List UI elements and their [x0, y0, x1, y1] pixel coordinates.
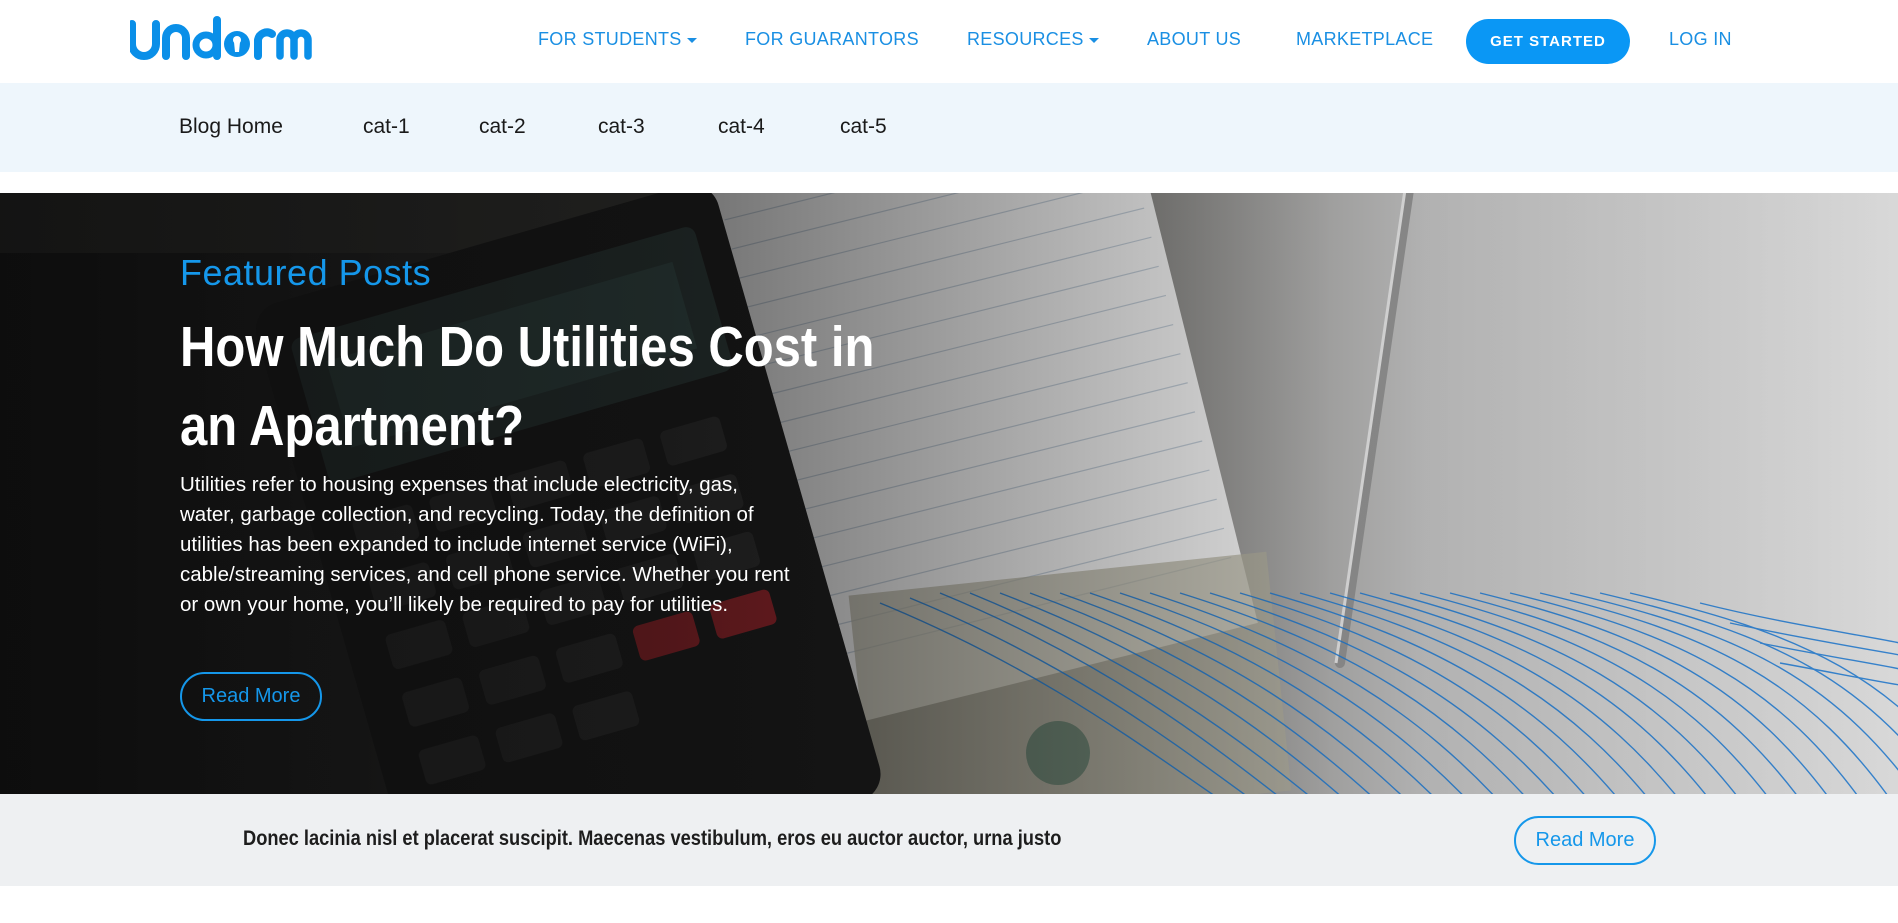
nav-resources[interactable]: RESOURCES: [967, 29, 1099, 50]
site-header: FOR STUDENTS FOR GUARANTORS RESOURCES AB…: [0, 0, 1898, 83]
nav-about-us-label: ABOUT US: [1147, 29, 1242, 49]
main-nav: FOR STUDENTS FOR GUARANTORS RESOURCES AB…: [0, 0, 1898, 83]
teaser-text: Donec lacinia nisl et placerat suscipit.…: [243, 827, 1062, 850]
featured-hero: Featured Posts How Much Do Utilities Cos…: [0, 193, 1898, 794]
category-cat-1[interactable]: cat-1: [363, 115, 410, 139]
nav-for-guarantors-label: FOR GUARANTORS: [745, 29, 919, 49]
featured-post-excerpt: Utilities refer to housing expenses that…: [180, 473, 790, 616]
category-cat-4[interactable]: cat-4: [718, 115, 765, 139]
nav-marketplace-label: MARKETPLACE: [1296, 29, 1434, 49]
caret-down-icon: [1088, 37, 1099, 43]
post-teaser-strip: Donec lacinia nisl et placerat suscipit.…: [0, 794, 1898, 886]
featured-post-title[interactable]: How Much Do Utilities Cost in an Apartme…: [180, 308, 920, 466]
nav-for-guarantors[interactable]: FOR GUARANTORS: [745, 29, 919, 50]
login-link[interactable]: LOG IN: [1669, 29, 1732, 50]
get-started-button[interactable]: GET STARTED: [1466, 19, 1630, 64]
nav-for-students[interactable]: FOR STUDENTS: [538, 29, 697, 50]
category-cat-3[interactable]: cat-3: [598, 115, 645, 139]
nav-resources-label: RESOURCES: [967, 29, 1084, 49]
category-cat-2[interactable]: cat-2: [479, 115, 526, 139]
category-blog-home[interactable]: Blog Home: [179, 115, 283, 139]
nav-marketplace[interactable]: MARKETPLACE: [1296, 29, 1433, 50]
caret-down-icon: [686, 37, 697, 43]
category-cat-5[interactable]: cat-5: [840, 115, 887, 139]
nav-for-students-label: FOR STUDENTS: [538, 29, 682, 49]
category-bar: Blog Home cat-1 cat-2 cat-3 cat-4 cat-5: [0, 83, 1898, 172]
featured-posts-heading: Featured Posts: [180, 252, 432, 293]
featured-read-more-button[interactable]: Read More: [180, 672, 322, 721]
nav-about-us[interactable]: ABOUT US: [1147, 29, 1241, 50]
teaser-read-more-button[interactable]: Read More: [1514, 816, 1656, 865]
